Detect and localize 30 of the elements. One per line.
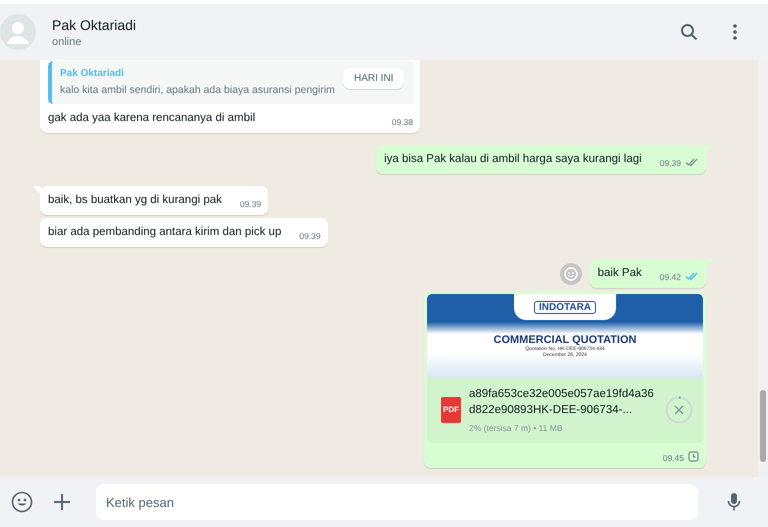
contact-name: Pak Oktariadi — [52, 16, 136, 32]
pdf-icon: PDF — [441, 396, 461, 422]
scrollbar[interactable] — [758, 60, 768, 477]
message-time: 09.39 — [660, 158, 681, 168]
search-icon[interactable] — [680, 23, 698, 41]
quote-text: kalo kita ambil sendiri, apakah ada biaya asuransi pengirim — [60, 84, 335, 96]
message-text: iya bisa Pak kalau di ambil harga saya kurangi lagi — [384, 152, 643, 167]
message-time: 09.45 — [662, 453, 684, 463]
message-time: 09.39 — [299, 231, 321, 241]
download-progress-text: 2% (tersisa 7 m) • 11 MB — [469, 423, 564, 433]
document-title: COMMERCIAL QUOTATION — [494, 334, 636, 346]
message-input[interactable]: Ketik pesan — [96, 484, 698, 520]
message-text: baik Pak — [598, 266, 643, 281]
emoji-icon[interactable] — [11, 491, 33, 513]
message-text: gak ada yaa karena rencananya di ambil — [48, 111, 256, 126]
message-text: baik, bs buatkan yg di kurangi pak — [48, 193, 223, 208]
file-card[interactable]: PDF a89fa653ce32e005e057ae19fd4a36d822e90893HK-DEE-906734-... 2% (tersisa 7 m) • 11 MB — [427, 378, 703, 443]
file-name: a89fa653ce32e005e057ae19fd4a36d822e90893HK-DEE-906734-... — [469, 387, 655, 418]
plus-icon[interactable] — [53, 493, 71, 511]
message-text: biar ada pembanding antara kirim dan pick up — [48, 225, 282, 240]
date-chip: HARI INI — [343, 68, 404, 89]
message-time: 09.39 — [240, 199, 262, 209]
microphone-icon[interactable] — [727, 492, 741, 512]
message-time: 09.42 — [660, 272, 681, 282]
menu-icon[interactable] — [733, 24, 737, 40]
cancel-download-icon[interactable] — [665, 396, 693, 424]
message-time: 09.38 — [392, 117, 413, 127]
document-logo: INDOTARA — [534, 301, 596, 314]
quote-author: Pak Oktariadi — [60, 68, 124, 79]
contact-status: online — [52, 36, 82, 48]
